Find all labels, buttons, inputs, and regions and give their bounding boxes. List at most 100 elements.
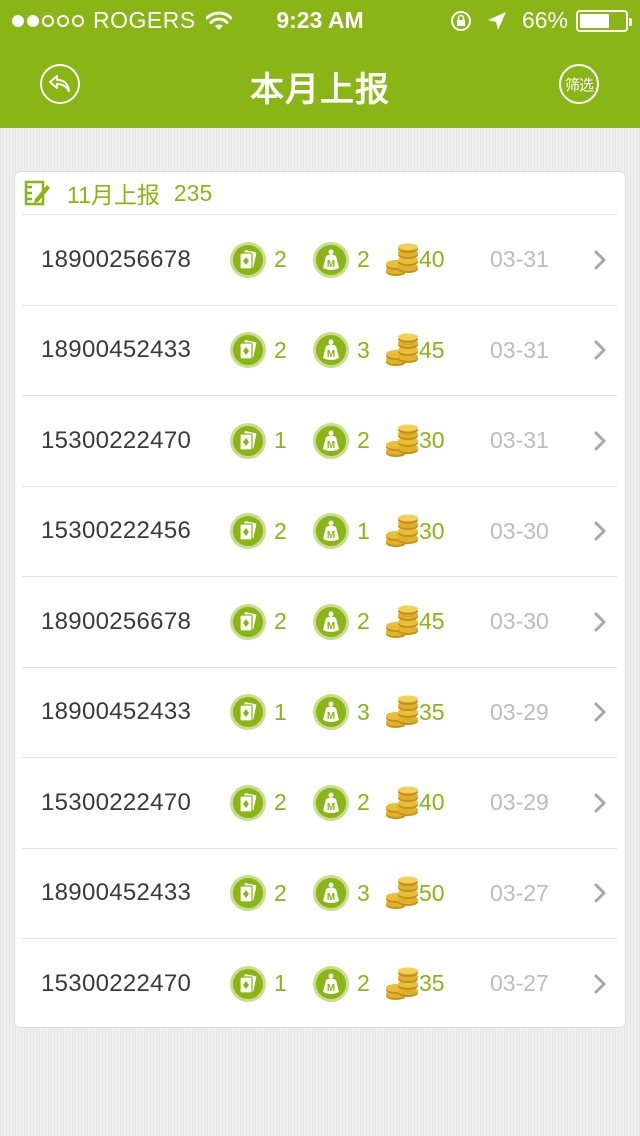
phone-number: 18900256678 (41, 607, 192, 635)
phone-number: 18900452433 (41, 336, 192, 364)
report-date: 03-27 (490, 879, 549, 906)
member-count: M 2 (313, 939, 370, 1029)
chevron-right-icon[interactable] (593, 668, 607, 758)
coin-count: 45 (385, 306, 445, 396)
report-date: 03-27 (490, 970, 549, 997)
summary-header: 11月上报 235 (15, 172, 625, 214)
card-count-value: 1 (274, 698, 287, 725)
card-count: 1 (230, 939, 287, 1029)
rotation-lock-icon (450, 10, 471, 31)
member-count-value: 2 (357, 246, 370, 273)
member-icon: M (313, 965, 349, 1002)
coins-icon (386, 514, 418, 548)
report-date: 03-31 (490, 336, 549, 363)
svg-text:M: M (327, 259, 335, 270)
card-count-value: 1 (274, 427, 287, 454)
list-item[interactable]: 18900256678 2 M 2 (22, 576, 617, 667)
card-count: 2 (230, 306, 287, 396)
list-item[interactable]: 15300222470 1 M 2 (22, 395, 617, 486)
coin-count-value: 45 (419, 608, 445, 635)
card-count: 2 (230, 849, 287, 939)
list-item[interactable]: 18900452433 2 M 3 (22, 304, 617, 396)
report-list: 18900256678 2 M 2 40 03-31 18900452433 2… (22, 214, 617, 1029)
location-arrow-icon (487, 11, 506, 30)
member-count: M 2 (313, 577, 370, 667)
page-title: 本月上报 (250, 71, 390, 109)
coins-icon (386, 876, 418, 910)
list-item[interactable]: 18900256678 2 M 2 (22, 214, 617, 305)
chevron-right-icon[interactable] (593, 306, 607, 396)
status-bar: ROGERS 9:23 AM 66% (0, 0, 640, 40)
chevron-right-icon[interactable] (593, 849, 607, 939)
card-count-value: 1 (274, 970, 287, 997)
card-count: 1 (230, 668, 287, 758)
chevron-right-icon[interactable] (593, 215, 607, 305)
filter-button[interactable]: 筛选 (559, 64, 599, 104)
card-count-value: 2 (274, 789, 287, 816)
member-count-value: 1 (357, 517, 370, 544)
report-date: 03-30 (490, 608, 549, 635)
card-icon (230, 965, 266, 1002)
edit-report-icon (24, 180, 50, 206)
member-icon: M (313, 784, 349, 821)
list-item[interactable]: 15300222470 2 M 2 40 03-29 (22, 757, 617, 848)
member-icon: M (313, 694, 349, 731)
chevron-right-icon[interactable] (593, 577, 607, 667)
coin-count: 40 (385, 215, 445, 305)
phone-number: 18900452433 (41, 879, 192, 907)
card-icon (230, 875, 266, 912)
card-icon (230, 603, 266, 640)
coin-count-value: 35 (419, 970, 445, 997)
svg-text:M: M (327, 983, 335, 994)
coin-count-value: 30 (419, 517, 445, 544)
coins-icon (386, 243, 418, 276)
coin-count-value: 35 (419, 698, 445, 725)
battery-percent: 66% (521, 7, 568, 33)
chevron-right-icon[interactable] (593, 939, 607, 1029)
member-icon: M (313, 332, 349, 369)
card-icon (230, 513, 266, 550)
card-count: 2 (230, 577, 287, 667)
member-count: M 3 (313, 849, 370, 939)
member-count: M 2 (313, 215, 370, 305)
phone-number: 18900452433 (41, 698, 192, 726)
chevron-right-icon[interactable] (593, 758, 607, 848)
coins-icon (386, 786, 418, 819)
card-icon (230, 332, 266, 369)
coin-count: 35 (385, 668, 445, 758)
member-count: M 2 (313, 396, 370, 486)
list-item[interactable]: 18900452433 1 M 3 35 03-29 (22, 666, 617, 758)
coin-count: 30 (385, 487, 445, 577)
card-count-value: 2 (274, 879, 287, 906)
coins-icon (386, 605, 418, 638)
card-icon (230, 694, 266, 731)
svg-text:M: M (327, 802, 335, 813)
chevron-right-icon[interactable] (593, 396, 607, 486)
card-icon (230, 241, 266, 278)
list-item[interactable]: 18900452433 2 M 3 (22, 847, 617, 939)
card-count: 2 (230, 215, 287, 305)
card-count-value: 2 (274, 246, 287, 273)
coin-count: 35 (385, 939, 445, 1029)
card-count-value: 2 (274, 336, 287, 363)
member-icon: M (313, 422, 349, 459)
report-card: 11月上报 235 18900256678 2 M 2 40 03-31 189… (14, 171, 626, 1028)
coin-count-value: 50 (419, 879, 445, 906)
report-date: 03-31 (490, 246, 549, 273)
list-item[interactable]: 15300222456 2 M 1 30 03-30 (22, 485, 617, 577)
coins-icon (386, 967, 418, 1000)
member-icon: M (313, 875, 349, 912)
battery-tip (629, 17, 632, 26)
battery-icon (576, 9, 632, 32)
member-icon: M (313, 241, 349, 278)
coin-count: 45 (385, 577, 445, 667)
member-count-value: 2 (357, 608, 370, 635)
report-date: 03-31 (490, 427, 549, 454)
card-count-value: 2 (274, 608, 287, 635)
member-icon: M (313, 513, 349, 550)
member-count-value: 3 (357, 879, 370, 906)
summary-count: 235 (173, 179, 213, 206)
chevron-right-icon[interactable] (593, 487, 607, 577)
report-date: 03-29 (490, 789, 549, 816)
list-item[interactable]: 15300222470 1 M 2 (22, 938, 617, 1029)
